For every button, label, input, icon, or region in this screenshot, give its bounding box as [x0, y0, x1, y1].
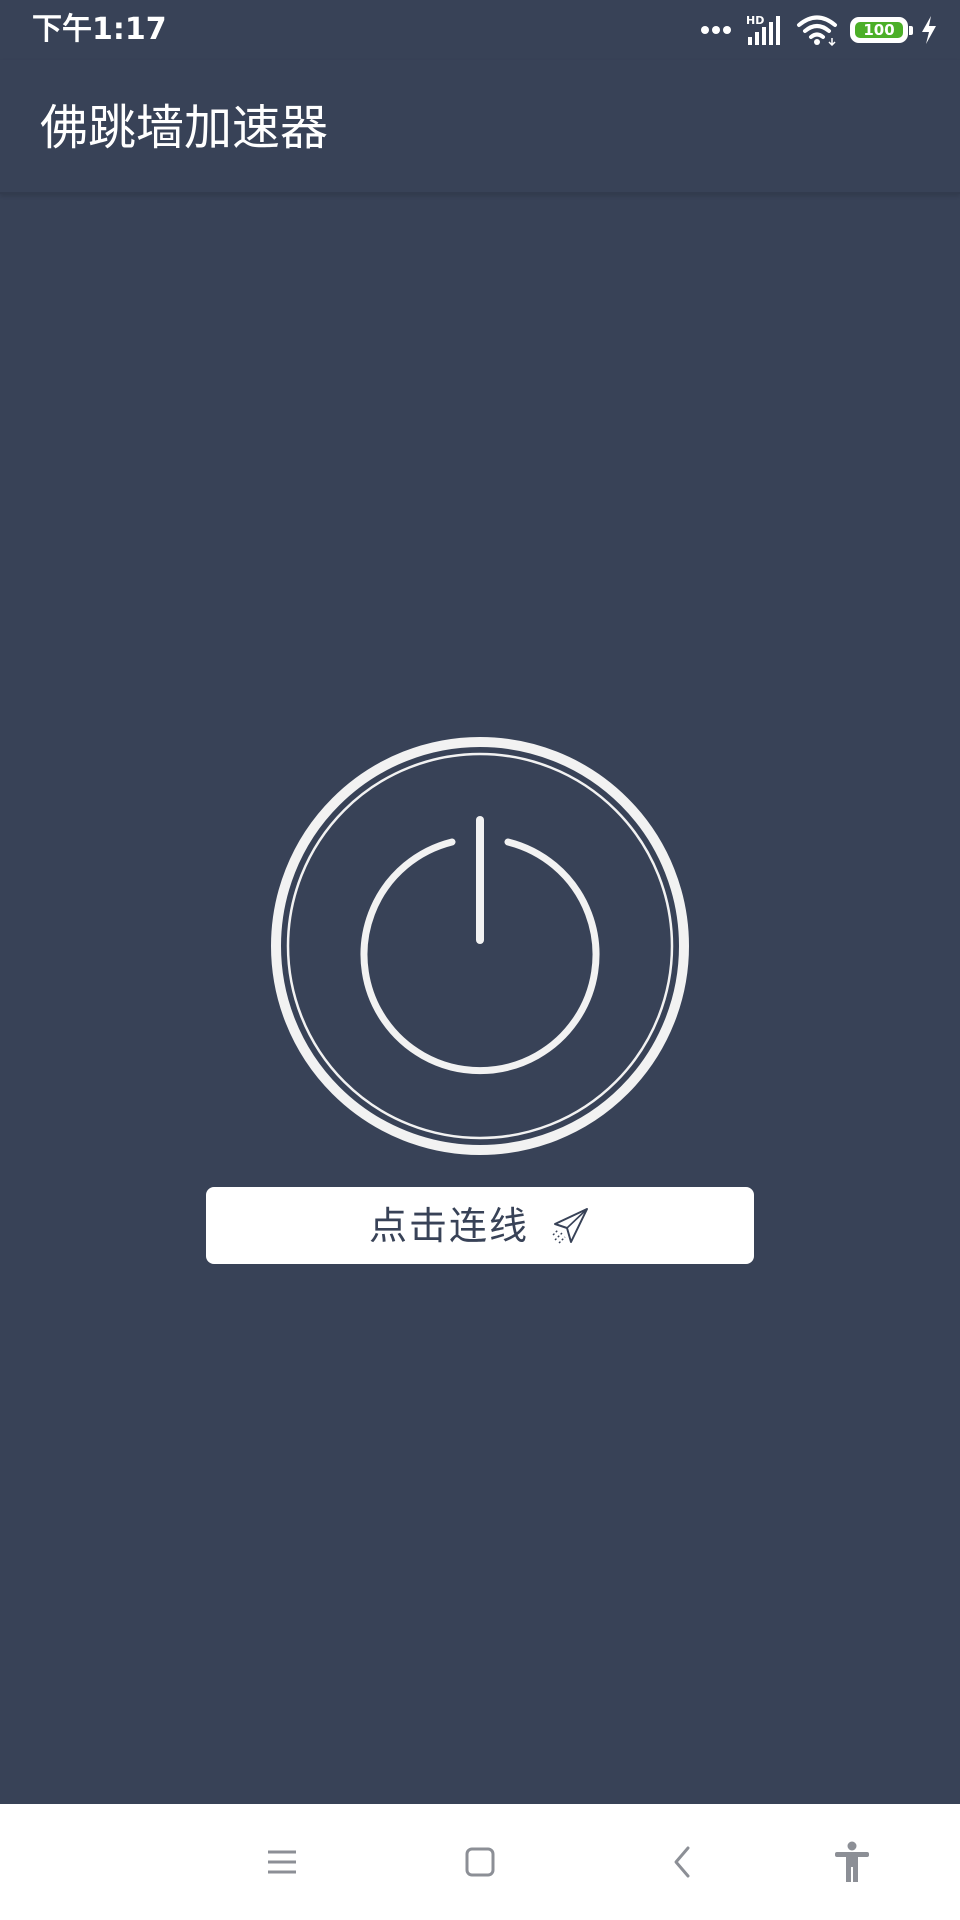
- app-title: 佛跳墙加速器: [40, 100, 329, 156]
- cell-signal-icon: HD: [744, 13, 784, 47]
- back-chevron-icon: [674, 1846, 690, 1878]
- battery-level: 100: [855, 22, 903, 38]
- wifi-icon: [796, 14, 838, 46]
- nav-home-button[interactable]: [452, 1834, 508, 1890]
- status-bar: 下午1:17 HD 100: [0, 0, 960, 60]
- app-screen: 下午1:17 HD 100 佛跳墙加速器 点击连线: [0, 0, 960, 1920]
- more-dots-icon: [700, 25, 732, 35]
- network-type-label: HD: [746, 14, 764, 27]
- connect-button[interactable]: 点击连线: [206, 1187, 754, 1264]
- paper-plane-icon: [551, 1206, 591, 1246]
- navigation-bar: [0, 1804, 960, 1920]
- menu-icon: [268, 1850, 296, 1874]
- power-button[interactable]: [270, 736, 690, 1156]
- home-square-icon: [465, 1847, 495, 1877]
- accessibility-icon: [835, 1841, 869, 1882]
- charging-bolt-icon: [920, 15, 938, 45]
- status-time: 下午1:17: [32, 12, 167, 47]
- connect-button-label: 点击连线: [368, 1203, 529, 1248]
- power-icon: [271, 737, 689, 1155]
- nav-back-button[interactable]: [654, 1834, 710, 1890]
- nav-menu-button[interactable]: [254, 1834, 310, 1890]
- status-icons: HD 100: [700, 10, 938, 50]
- nav-accessibility-button[interactable]: [824, 1834, 880, 1890]
- battery-icon: 100: [850, 17, 913, 43]
- app-bar: 佛跳墙加速器: [0, 60, 960, 194]
